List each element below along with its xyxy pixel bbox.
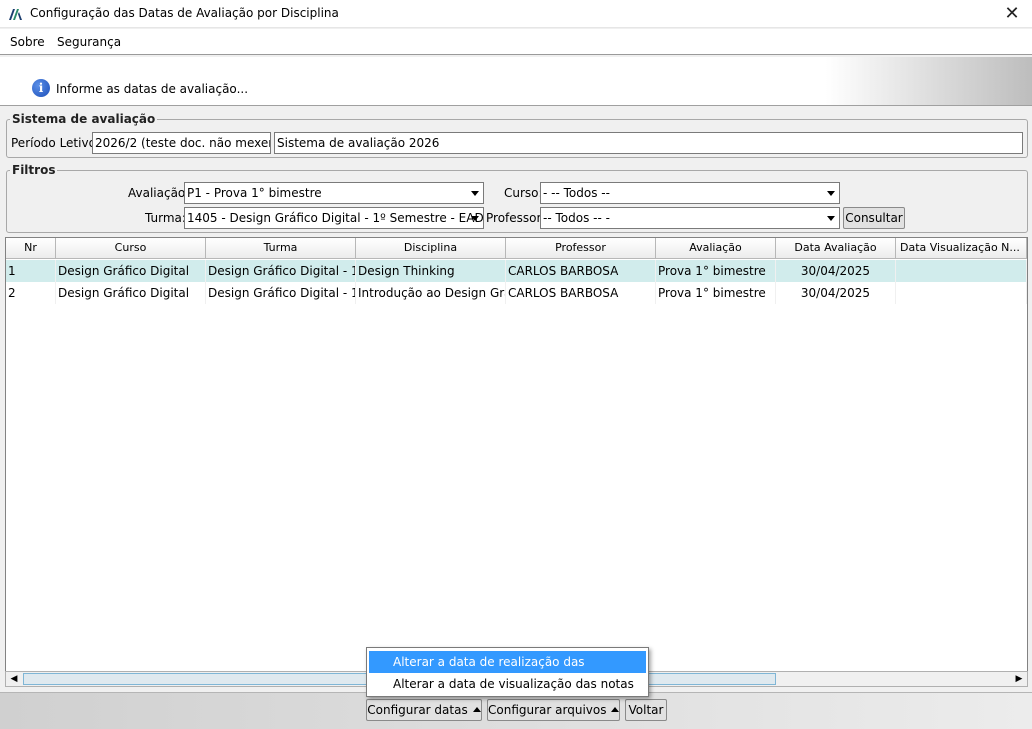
turma-select[interactable]: 1405 - Design Gráfico Digital - 1º Semes… [184,207,484,229]
chevron-up-icon [611,707,620,712]
table-row[interactable]: 2 Design Gráfico Digital Design Gráfico … [6,282,1027,304]
professor-select-value: -- Todos -- - [543,211,610,225]
avaliacao-select-value: P1 - Prova 1° bimestre [187,186,322,200]
cell-turma: Design Gráfico Digital - 1º... [206,282,356,304]
cell-data-avaliacao: 30/04/2025 [776,260,896,282]
professor-label: Professor: [486,211,546,225]
cell-nr: 2 [6,282,56,304]
cell-turma: Design Gráfico Digital - 1º... [206,260,356,282]
curso-select[interactable]: - -- Todos -- [540,182,840,204]
column-header-curso[interactable]: Curso [56,238,206,259]
column-header-disciplina[interactable]: Disciplina [356,238,506,259]
grid-header: Nr Curso Turma Disciplina Professor Aval… [6,238,1027,260]
configurar-datas-popup-menu: Alterar a data de realização das avaliaç… [366,647,649,697]
column-header-avaliacao[interactable]: Avaliação [656,238,776,259]
configurar-datas-label: Configurar datas [367,703,468,717]
window-title: Configuração das Datas de Avaliação por … [30,6,339,20]
voltar-button[interactable]: Voltar [625,699,667,721]
column-header-data-avaliacao[interactable]: Data Avaliação [776,238,896,259]
chevron-down-icon [471,216,479,221]
chevron-down-icon [827,191,835,196]
info-icon: i [32,79,50,97]
periodo-letivo-label: Período Letivo: [11,136,100,150]
cell-curso: Design Gráfico Digital [56,260,206,282]
column-header-data-visualizacao[interactable]: Data Visualização N... [896,238,1027,259]
configurar-datas-button[interactable]: Configurar datas [366,699,482,721]
curso-label: Curso: [504,186,543,200]
chevron-up-icon [472,707,481,712]
configurar-arquivos-label: Configurar arquivos [488,703,607,717]
avaliacao-label: Avaliação: [128,186,190,200]
menu-item-alterar-visualizacao[interactable]: Alterar a data de visualização das notas [369,673,646,695]
filtros-legend: Filtros [12,163,56,177]
periodo-letivo-field[interactable]: 2026/2 (teste doc. não mexer) [92,132,271,154]
cell-curso: Design Gráfico Digital [56,282,206,304]
avaliacao-select[interactable]: P1 - Prova 1° bimestre [184,182,484,204]
results-grid[interactable]: Nr Curso Turma Disciplina Professor Aval… [5,237,1028,687]
sistema-avaliacao-field[interactable]: Sistema de avaliação 2026 [274,132,1023,154]
sistema-avaliacao-legend: Sistema de avaliação [12,112,156,126]
cell-nr: 1 [6,260,56,282]
info-message: Informe as datas de avaliação... [56,82,249,96]
menu-item-alterar-realizacao[interactable]: Alterar a data de realização das avaliaç… [369,651,646,691]
cell-data-visualizacao [896,260,1027,282]
turma-select-value: 1405 - Design Gráfico Digital - 1º Semes… [187,211,484,225]
configurar-arquivos-button[interactable]: Configurar arquivos [487,699,620,721]
scroll-left-icon[interactable]: ◀ [6,672,22,686]
scroll-right-icon[interactable]: ▶ [1011,672,1027,686]
curso-select-value: - -- Todos -- [543,186,610,200]
menu-seguranca[interactable]: Segurança [57,35,121,49]
cell-avaliacao: Prova 1° bimestre [656,282,776,304]
cell-professor: CARLOS BARBOSA [506,282,656,304]
app-logo-icon [9,9,22,20]
turma-label: Turma: [145,211,186,225]
professor-select[interactable]: -- Todos -- - [540,207,840,229]
cell-data-avaliacao: 30/04/2025 [776,282,896,304]
cell-data-visualizacao [896,282,1027,304]
cell-disciplina: Introdução ao Design Gráf... [356,282,506,304]
title-bar: Configuração das Datas de Avaliação por … [0,0,1032,28]
consultar-button[interactable]: Consultar [843,207,905,229]
column-header-nr[interactable]: Nr [6,238,56,259]
table-row[interactable]: 1 Design Gráfico Digital Design Gráfico … [6,260,1027,282]
column-header-professor[interactable]: Professor [506,238,656,259]
chevron-down-icon [471,191,479,196]
chevron-down-icon [827,216,835,221]
close-icon[interactable]: ✕ [992,0,1032,28]
column-header-turma[interactable]: Turma [206,238,356,259]
cell-disciplina: Design Thinking [356,260,506,282]
menu-bar: Sobre Segurança [0,29,1032,55]
menu-sobre[interactable]: Sobre [10,35,45,49]
info-banner: i Informe as datas de avaliação... [0,57,1032,106]
cell-avaliacao: Prova 1° bimestre [656,260,776,282]
cell-professor: CARLOS BARBOSA [506,260,656,282]
